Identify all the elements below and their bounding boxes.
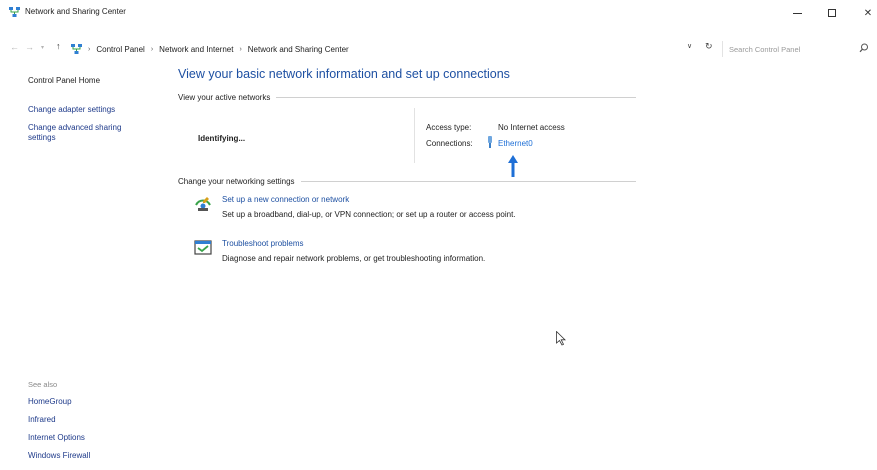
control-panel-home-link[interactable]: Control Panel Home — [28, 76, 100, 86]
change-settings-heading: Change your networking settings — [178, 177, 636, 186]
left-navigation-pane: Control Panel Home Change adapter settin… — [0, 60, 170, 470]
up-button[interactable]: ↑ — [56, 41, 61, 51]
active-networks-label: View your active networks — [178, 93, 271, 102]
breadcrumb-network-internet[interactable]: Network and Internet — [159, 45, 233, 54]
mouse-cursor-icon — [556, 331, 566, 346]
change-advanced-sharing-link[interactable]: Change advanced sharing settings — [28, 123, 148, 143]
divider — [300, 181, 636, 182]
change-adapter-settings-link[interactable]: Change adapter settings — [28, 105, 115, 115]
homegroup-link[interactable]: HomeGroup — [28, 397, 72, 406]
refresh-button[interactable]: ↻ — [705, 41, 713, 52]
breadcrumb-control-panel[interactable]: Control Panel — [96, 45, 144, 54]
breadcrumb[interactable]: › Control Panel › Network and Internet ›… — [68, 41, 720, 57]
divider — [414, 108, 415, 163]
see-also-heading: See also — [28, 380, 58, 389]
main-content: View your basic network information and … — [178, 60, 877, 470]
infrared-link[interactable]: Infrared — [28, 415, 56, 424]
troubleshoot-icon — [194, 240, 212, 255]
close-button[interactable]: ✕ — [853, 3, 877, 23]
forward-button[interactable]: → — [25, 42, 34, 52]
minimize-icon — [792, 12, 802, 14]
page-title: View your basic network information and … — [178, 67, 510, 81]
access-type-value: No Internet access — [498, 123, 565, 132]
network-center-icon — [71, 43, 82, 54]
ethernet-connection-link[interactable]: Ethernet0 — [498, 139, 533, 148]
setup-connection-description: Set up a broadband, dial-up, or VPN conn… — [222, 210, 516, 219]
search-box — [722, 41, 871, 57]
setup-connection-link[interactable]: Set up a new connection or network — [222, 195, 349, 204]
minimize-button[interactable] — [782, 3, 812, 23]
title-bar: Network and Sharing Center ✕ — [0, 0, 877, 30]
breadcrumb-separator[interactable]: › — [88, 46, 90, 53]
windows-firewall-link[interactable]: Windows Firewall — [28, 451, 90, 460]
breadcrumb-network-sharing-center[interactable]: Network and Sharing Center — [248, 45, 349, 54]
window-title: Network and Sharing Center — [25, 7, 126, 16]
address-bar: ← → ▾ ↑ › Control Panel › Network and In… — [0, 38, 877, 60]
divider — [276, 97, 636, 98]
maximize-icon — [828, 9, 836, 17]
address-dropdown-button[interactable]: ∨ — [687, 42, 692, 50]
connections-label: Connections: — [426, 139, 473, 148]
network-name: Identifying... — [198, 134, 246, 143]
back-button[interactable]: ← — [10, 42, 19, 52]
change-settings-label: Change your networking settings — [178, 177, 295, 186]
search-icon[interactable] — [859, 43, 869, 53]
arrow-up-icon — [508, 155, 518, 177]
internet-options-link[interactable]: Internet Options — [28, 433, 85, 442]
troubleshoot-link[interactable]: Troubleshoot problems — [222, 239, 304, 248]
breadcrumb-separator[interactable]: › — [151, 46, 153, 53]
ethernet-icon — [488, 136, 492, 148]
active-networks-heading: View your active networks — [178, 93, 636, 102]
search-input[interactable] — [729, 42, 849, 56]
setup-connection-icon — [195, 197, 211, 211]
network-sharing-center-window: Network and Sharing Center ✕ ← → ▾ ↑ › C… — [0, 0, 877, 470]
close-icon: ✕ — [863, 7, 873, 19]
maximize-button[interactable] — [817, 3, 847, 23]
recent-locations-button[interactable]: ▾ — [41, 44, 44, 51]
breadcrumb-separator[interactable]: › — [239, 46, 241, 53]
network-center-icon — [9, 7, 20, 17]
troubleshoot-description: Diagnose and repair network problems, or… — [222, 254, 486, 263]
access-type-label: Access type: — [426, 123, 472, 132]
